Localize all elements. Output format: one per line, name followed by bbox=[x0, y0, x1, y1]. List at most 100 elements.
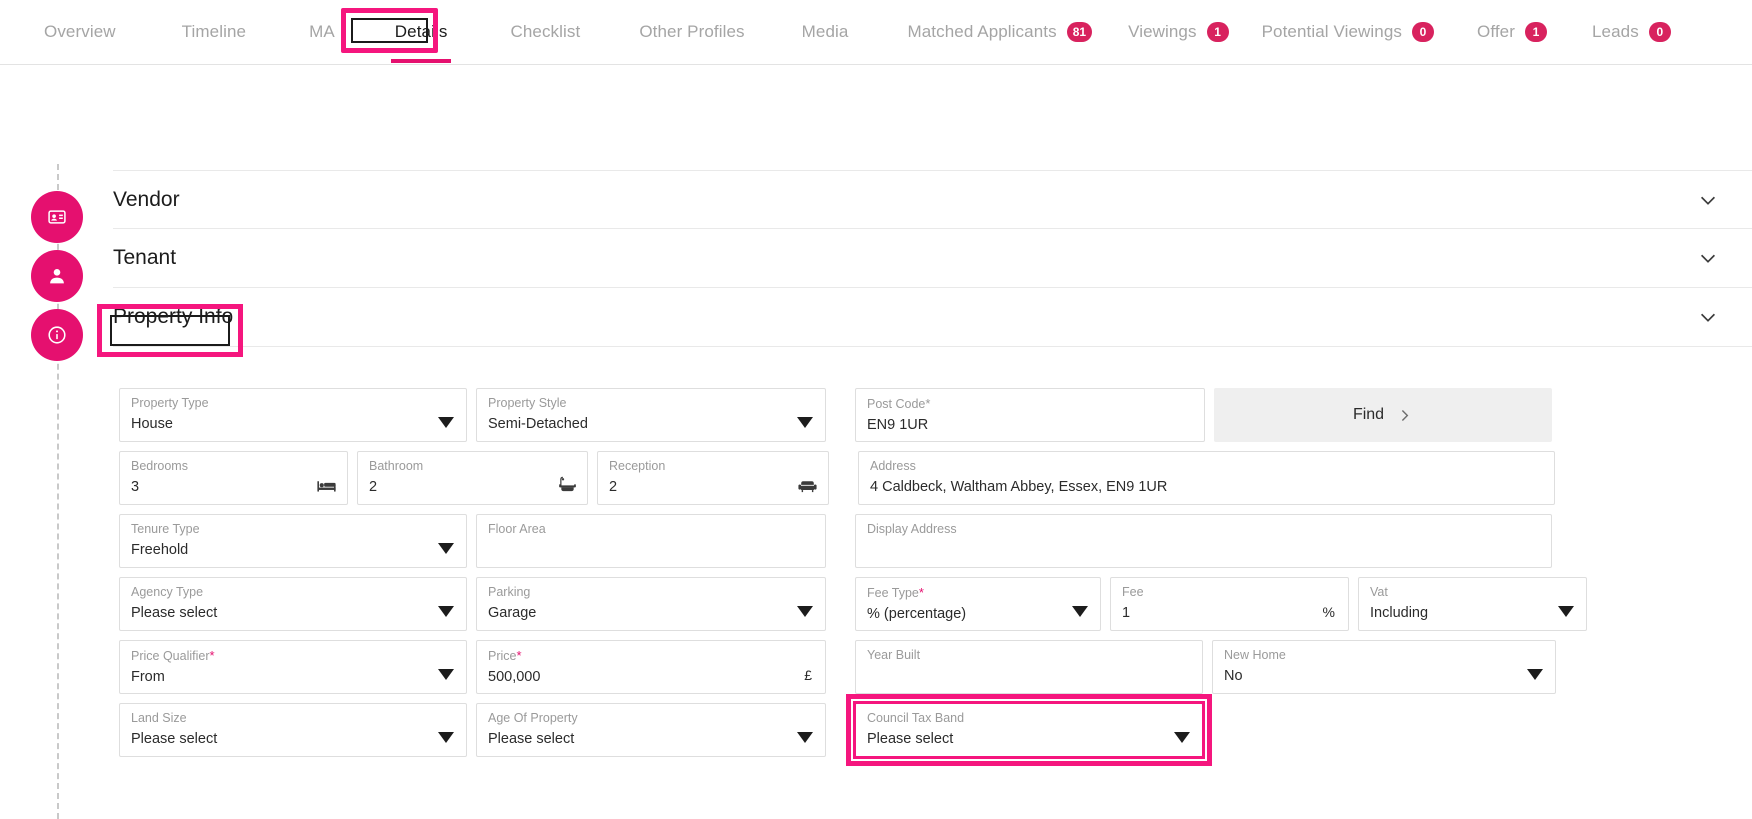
new-home-select[interactable]: New Home No bbox=[1212, 640, 1556, 694]
agency-type-select[interactable]: Agency Type Please select bbox=[119, 577, 467, 631]
field-value: From bbox=[131, 669, 165, 685]
accordion-vendor[interactable]: Vendor bbox=[113, 170, 1752, 229]
chevron-down-icon[interactable] bbox=[1072, 606, 1088, 617]
chevron-down-icon[interactable] bbox=[438, 732, 454, 743]
field-label: Council Tax Band bbox=[867, 711, 965, 725]
field-value: Please select bbox=[131, 605, 218, 621]
tab-label: Matched Applicants bbox=[907, 22, 1057, 41]
field-value: House bbox=[131, 416, 173, 432]
council-tax-band-wrapper: Council Tax Band Please select bbox=[846, 694, 1212, 766]
tab-label: Timeline bbox=[181, 22, 247, 41]
label-text: Price bbox=[488, 649, 517, 663]
field-label: Reception bbox=[609, 459, 666, 473]
field-label: Vat bbox=[1370, 585, 1388, 599]
accordion-tenant[interactable]: Tenant bbox=[113, 229, 1752, 288]
field-label: Fee bbox=[1122, 585, 1144, 599]
field-value: 2 bbox=[369, 479, 378, 495]
year-built-input[interactable]: Year Built bbox=[855, 640, 1203, 694]
tab-offer[interactable]: Offer 1 bbox=[1477, 22, 1547, 42]
chevron-down-icon[interactable] bbox=[797, 417, 813, 428]
price-qualifier-select[interactable]: Price Qualifier* From bbox=[119, 640, 467, 694]
field-value: Please select bbox=[131, 731, 218, 747]
vat-select[interactable]: Vat Including bbox=[1358, 577, 1587, 631]
field-value: Garage bbox=[488, 605, 537, 621]
tab-timeline[interactable]: Timeline bbox=[182, 22, 246, 42]
tab-viewings[interactable]: Viewings 1 bbox=[1128, 22, 1229, 42]
chevron-down-icon[interactable] bbox=[438, 543, 454, 554]
tab-potential-viewings[interactable]: Potential Viewings 0 bbox=[1262, 22, 1435, 42]
chevron-down-icon[interactable] bbox=[1527, 669, 1543, 680]
chevron-down-icon[interactable] bbox=[797, 732, 813, 743]
find-button[interactable]: Find bbox=[1214, 388, 1552, 442]
chevron-right-icon bbox=[1396, 407, 1413, 424]
chevron-down-icon[interactable] bbox=[1697, 306, 1719, 328]
field-value: EN9 1UR bbox=[867, 417, 929, 433]
bathtub-icon bbox=[559, 476, 576, 494]
label-text: Post Code bbox=[867, 397, 926, 411]
age-of-property-select[interactable]: Age Of Property Please select bbox=[476, 703, 826, 757]
display-address-input[interactable]: Display Address bbox=[855, 514, 1552, 568]
bathroom-input[interactable]: Bathroom 2 bbox=[357, 451, 588, 505]
field-label: Tenure Type bbox=[131, 522, 200, 536]
field-label: Price Qualifier* bbox=[131, 648, 455, 664]
field-label: Display Address bbox=[867, 522, 957, 536]
form-row-6: Land Size Please select Age Of Property … bbox=[119, 694, 1727, 766]
find-button-label: Find bbox=[1352, 406, 1385, 423]
tab-ma[interactable]: MA bbox=[309, 22, 335, 42]
label-text: Price Qualifier bbox=[131, 649, 210, 663]
bedrooms-input[interactable]: Bedrooms 3 bbox=[119, 451, 348, 505]
parking-select[interactable]: Parking Garage bbox=[476, 577, 826, 631]
field-label: Property Style bbox=[488, 396, 567, 410]
tab-checklist[interactable]: Checklist bbox=[510, 22, 580, 42]
chevron-down-icon[interactable] bbox=[1558, 606, 1574, 617]
reception-input[interactable]: Reception 2 bbox=[597, 451, 829, 505]
tenure-type-select[interactable]: Tenure Type Freehold bbox=[119, 514, 467, 568]
field-label: Price* bbox=[488, 648, 814, 664]
tab-media[interactable]: Media bbox=[802, 22, 849, 42]
address-input[interactable]: Address 4 Caldbeck, Waltham Abbey, Essex… bbox=[858, 451, 1555, 505]
chevron-down-icon[interactable] bbox=[438, 417, 454, 428]
info-icon[interactable] bbox=[31, 309, 83, 361]
tab-details[interactable]: Details bbox=[390, 22, 452, 63]
chevron-down-icon[interactable] bbox=[1174, 732, 1190, 743]
tab-label: Offer bbox=[1477, 22, 1515, 41]
accordion-title: Property Info bbox=[113, 305, 234, 328]
property-style-select[interactable]: Property Style Semi-Detached bbox=[476, 388, 826, 442]
floor-area-input[interactable]: Floor Area bbox=[476, 514, 826, 568]
tab-overview[interactable]: Overview bbox=[44, 22, 116, 42]
bed-icon bbox=[317, 478, 336, 494]
field-label: Bedrooms bbox=[131, 459, 188, 473]
tab-other-profiles[interactable]: Other Profiles bbox=[639, 22, 744, 42]
chevron-down-icon[interactable] bbox=[797, 606, 813, 617]
accordion-property-info[interactable]: Property Info bbox=[113, 288, 1752, 347]
chevron-down-icon[interactable] bbox=[1697, 189, 1719, 211]
required-marker: * bbox=[516, 648, 522, 663]
accordion-title: Vendor bbox=[113, 187, 180, 211]
field-label: Floor Area bbox=[488, 522, 546, 536]
property-info-form: Property Type House Property Style Semi-… bbox=[119, 388, 1727, 766]
chevron-down-icon[interactable] bbox=[1697, 247, 1719, 269]
fee-input[interactable]: Fee 1 % bbox=[1110, 577, 1349, 631]
tab-badge: 81 bbox=[1066, 22, 1093, 42]
fee-type-select[interactable]: Fee Type* % (percentage) bbox=[855, 577, 1101, 631]
price-input[interactable]: Price* 500,000 £ bbox=[476, 640, 826, 694]
accordion-list: Vendor Tenant Property Info bbox=[113, 170, 1752, 347]
person-icon[interactable] bbox=[31, 250, 83, 302]
tab-label: Other Profiles bbox=[639, 22, 745, 41]
required-marker: * bbox=[209, 648, 215, 663]
details-panel: Vendor Tenant Property Info Property Typ… bbox=[0, 65, 1752, 819]
council-tax-band-select[interactable]: Council Tax Band Please select bbox=[855, 703, 1203, 757]
property-type-select[interactable]: Property Type House bbox=[119, 388, 467, 442]
tab-leads[interactable]: Leads 0 bbox=[1592, 22, 1671, 42]
land-size-select[interactable]: Land Size Please select bbox=[119, 703, 467, 757]
tab-matched-applicants[interactable]: Matched Applicants 81 bbox=[907, 22, 1093, 42]
chevron-down-icon[interactable] bbox=[438, 606, 454, 617]
chevron-down-icon[interactable] bbox=[438, 669, 454, 680]
tab-label: Viewings bbox=[1128, 22, 1197, 41]
tab-badge: 1 bbox=[1206, 22, 1229, 42]
field-value: Freehold bbox=[131, 542, 189, 558]
label-text: Fee Type bbox=[867, 586, 919, 600]
tab-label: Details bbox=[394, 22, 448, 41]
post-code-input[interactable]: Post Code* EN9 1UR bbox=[855, 388, 1205, 442]
contact-card-icon[interactable] bbox=[31, 191, 83, 243]
